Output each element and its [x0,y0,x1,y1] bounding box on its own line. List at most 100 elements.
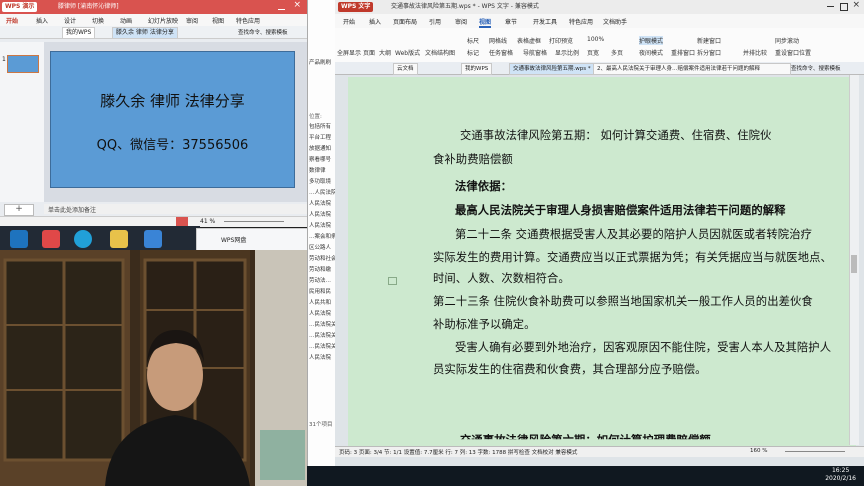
zoom-slider[interactable] [224,221,284,222]
ribbon-task-pane[interactable]: 任务窗格 [489,48,513,57]
file-row[interactable]: …民法院关 [309,331,336,339]
tab-current-doc[interactable]: 交通事故法律风险第五期.wps * [509,63,595,75]
ribbon-new-window[interactable]: 新建窗口 [697,36,721,45]
writer-search[interactable]: 查找命令、搜索模板 [791,64,841,72]
file-row[interactable]: 区公路人 [309,243,336,251]
ribbon-ruler[interactable]: 标尺 [467,36,479,45]
menu-slideshow[interactable]: 幻灯片放映 [148,16,178,25]
menu-references[interactable]: 引用 [429,17,441,26]
file-row[interactable]: 包括所有 [309,122,336,130]
menu-review[interactable]: 审阅 [455,17,467,26]
wps-presentation-badge[interactable]: WPS 演示 [2,2,38,12]
slide-thumbnail-1[interactable] [7,55,39,73]
menu-review[interactable]: 审阅 [186,16,198,25]
document-page[interactable]: 交通事故法律风险第五期： 如何计算交通费、住宿费、住院伙 食补助费赔偿额 法律依… [348,77,856,455]
menu-design[interactable]: 设计 [64,16,76,25]
ribbon-page-view[interactable]: 页面 [363,48,375,57]
file-row[interactable]: 劳动和社会 [309,254,336,262]
ribbon-reset-window[interactable]: 重设窗口位置 [775,48,811,57]
menu-chapter[interactable]: 章节 [505,17,517,26]
app-icon-1[interactable] [10,230,28,248]
ribbon-doc-map[interactable]: 文档结构图 [425,48,455,57]
ribbon-night-mode[interactable]: 夜间模式 [639,48,663,57]
ribbon-page-width[interactable]: 页宽 [587,48,599,57]
menu-home[interactable]: 开始 [343,17,355,26]
file-row[interactable]: 人民法院 [309,309,336,317]
file-row[interactable]: 放据通知 [309,144,336,152]
minimize-icon[interactable] [827,6,834,7]
menu-transition[interactable]: 切换 [92,16,104,25]
ribbon-web-layout[interactable]: Web版式 [395,48,420,57]
file-row[interactable]: 人民共和 [309,298,336,306]
file-row[interactable]: 平台工程 [309,133,336,141]
close-icon[interactable]: × [852,0,860,10]
presentation-search[interactable]: 查找命令、搜索模板 [238,28,288,36]
ribbon-100[interactable]: 100% [587,36,604,43]
maximize-icon[interactable] [840,3,848,11]
app-icon-2[interactable] [42,230,60,248]
tab-cloud-docs[interactable]: 云文档 [393,63,418,75]
file-row[interactable]: 人民法院 [309,353,336,361]
file-row[interactable]: 人民法院 [309,221,336,229]
file-row[interactable]: 察看哪号 [309,155,336,163]
file-row[interactable]: 民用和民 [309,287,336,295]
file-row[interactable]: 多功取境 [309,177,336,185]
minimize-icon[interactable] [278,2,285,10]
menu-home[interactable]: 开始 [6,16,18,25]
file-row[interactable]: 数律律 [309,166,336,174]
menu-dev-tools[interactable]: 开发工具 [533,17,557,26]
folder-icon[interactable] [110,230,128,248]
menu-doc-helper[interactable]: 文档助手 [603,17,627,26]
ribbon-sync-scroll[interactable]: 同步滚动 [775,36,799,45]
menu-insert[interactable]: 插入 [369,17,381,26]
menu-insert[interactable]: 插入 [36,16,48,25]
file-row[interactable]: …民法院关 [309,320,336,328]
menu-layout[interactable]: 页面布局 [393,17,417,26]
ribbon-gridlines[interactable]: 网格线 [489,36,507,45]
file-row[interactable]: 劳动法… [309,276,336,284]
ribbon-table-frame[interactable]: 表格虚框 [517,36,541,45]
file-row[interactable]: 人民法院 [309,210,336,218]
file-row[interactable]: 劳动和缴 [309,265,336,273]
play-icon[interactable] [176,217,188,226]
ribbon-marks[interactable]: 标记 [467,48,479,57]
wps-cloud-pane[interactable]: WPS网盘 [196,228,308,252]
menu-view[interactable]: 视图 [479,17,492,28]
file-row[interactable]: …人民法院 [309,188,336,196]
ribbon-eye-protect[interactable]: 护眼模式 [639,36,664,45]
writer-zoom-slider[interactable] [785,451,845,452]
file-row[interactable]: 产品刷刷 [309,58,336,66]
ribbon-fullscreen[interactable]: 全屏显示 [337,48,361,57]
vertical-scrollbar[interactable] [849,75,859,445]
add-slide-button[interactable]: + [4,204,34,216]
system-clock[interactable]: 16:25 2020/2/16 [825,467,856,483]
file-row[interactable]: 人民法院 [309,199,336,207]
wps-writer-badge[interactable]: WPS 文字 [338,2,374,12]
file-row[interactable]: …案会和条 [309,232,336,240]
slide[interactable]: 滕久余 律师 法律分享 QQ、微信号：37556506 [50,51,295,188]
tab-interpretation-doc[interactable]: 2、最高人民法院关于审理人身…赔偿案件适用法律若干问题的解释 [593,63,791,75]
scroll-thumb[interactable] [851,255,857,273]
ribbon-print-preview[interactable]: 打印预览 [549,36,573,45]
file-row[interactable]: …民法院关 [309,342,336,350]
menu-animation[interactable]: 动画 [120,16,132,25]
tab-my-wps[interactable]: 我的WPS [461,63,493,75]
ribbon-split-window[interactable]: 拆分窗口 [697,48,721,57]
app-icon-3[interactable] [74,230,92,248]
tab-presentation-doc[interactable]: 滕久余 律师 法律分享 [112,27,178,39]
menu-view[interactable]: 视图 [212,16,224,25]
menu-special[interactable]: 特色应用 [569,17,593,26]
ribbon-zoom[interactable]: 显示比例 [555,48,579,57]
ribbon-rearrange[interactable]: 重排窗口 [671,48,695,57]
clock-date: 2020/2/16 [825,475,856,482]
menu-special[interactable]: 特色应用 [236,16,260,25]
ribbon-nav-pane[interactable]: 导航窗格 [523,48,547,57]
video-icon[interactable] [144,230,162,248]
notes-hint[interactable]: 单击此处添加备注 [44,204,307,214]
tab-my-wps[interactable]: 我的WPS [62,27,96,39]
comment-icon[interactable] [388,277,397,285]
ribbon-outline[interactable]: 大纲 [379,48,391,57]
close-icon[interactable]: × [293,0,301,10]
ribbon-side-by-side[interactable]: 并排比较 [743,48,767,57]
ribbon-multi-page[interactable]: 多页 [611,48,623,57]
